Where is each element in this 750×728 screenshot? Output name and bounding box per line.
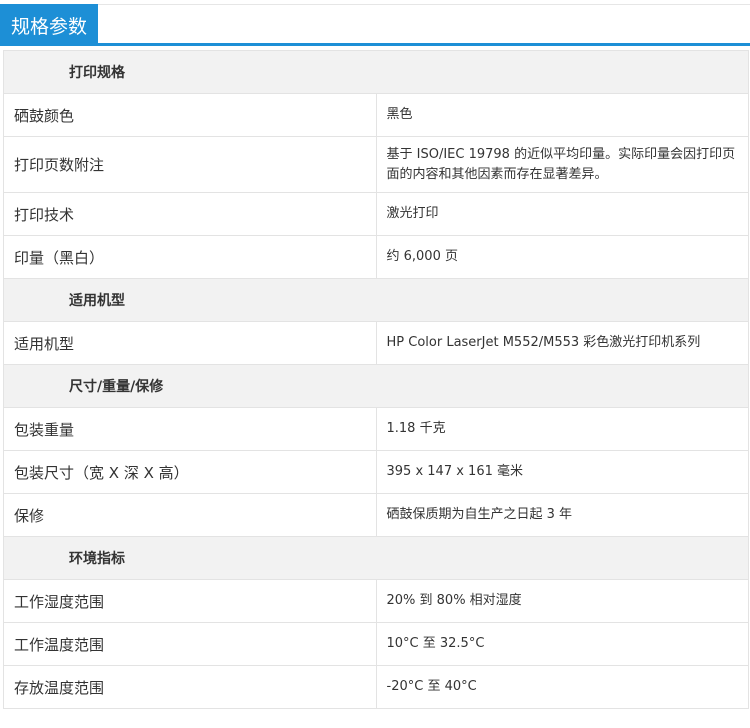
spec-value: 395 x 147 x 161 毫米 (375, 450, 749, 494)
table-row: 适用机型 HP Color LaserJet M552/M553 彩色激光打印机… (3, 321, 749, 365)
spec-value: 基于 ISO/IEC 19798 的近似平均印量。实际印量会因打印页面的内容和其… (375, 136, 749, 193)
spec-value: -20°C 至 40°C (375, 665, 749, 709)
table-row: 工作湿度范围 20% 到 80% 相对湿度 (3, 579, 749, 623)
spec-value: 10°C 至 32.5°C (375, 622, 749, 666)
spec-value: 约 6,000 页 (375, 235, 749, 279)
spec-label: 打印页数附注 (3, 136, 377, 193)
table-row: 保修 硒鼓保质期为自生产之日起 3 年 (3, 493, 749, 537)
table-row: 包装重量 1.18 千克 (3, 407, 749, 451)
spec-label: 包装重量 (3, 407, 377, 451)
table-row: 存放温度范围 -20°C 至 40°C (3, 665, 749, 709)
section-header-environment: 环境指标 (3, 536, 749, 580)
section-header-compatible-models: 适用机型 (3, 278, 749, 322)
spec-value: 黑色 (375, 93, 749, 137)
spec-label: 硒鼓颜色 (3, 93, 377, 137)
section-title: 环境指标 (3, 536, 749, 580)
spec-value: 1.18 千克 (375, 407, 749, 451)
section-title: 打印规格 (3, 50, 749, 94)
spec-value: HP Color LaserJet M552/M553 彩色激光打印机系列 (375, 321, 749, 365)
spec-label: 保修 (3, 493, 377, 537)
spec-header: 规格参数 (0, 0, 750, 46)
table-row: 包装尺寸（宽 X 深 X 高） 395 x 147 x 161 毫米 (3, 450, 749, 494)
table-row: 打印页数附注 基于 ISO/IEC 19798 的近似平均印量。实际印量会因打印… (3, 136, 749, 193)
table-row: 工作温度范围 10°C 至 32.5°C (3, 622, 749, 666)
spec-label: 打印技术 (3, 192, 377, 236)
spec-label: 包装尺寸（宽 X 深 X 高） (3, 450, 377, 494)
spec-page: 规格参数 打印规格 硒鼓颜色 黑色 打印页数附注 基于 ISO/IEC 1979… (0, 0, 750, 728)
spec-label: 适用机型 (3, 321, 377, 365)
spec-table: 打印规格 硒鼓颜色 黑色 打印页数附注 基于 ISO/IEC 19798 的近似… (3, 50, 749, 709)
spec-label: 工作温度范围 (3, 622, 377, 666)
spec-value: 20% 到 80% 相对湿度 (375, 579, 749, 623)
header-divider (98, 4, 750, 5)
table-row: 印量（黑白） 约 6,000 页 (3, 235, 749, 279)
table-row: 打印技术 激光打印 (3, 192, 749, 236)
section-header-dimensions-weight-warranty: 尺寸/重量/保修 (3, 364, 749, 408)
spec-label: 存放温度范围 (3, 665, 377, 709)
spec-value: 激光打印 (375, 192, 749, 236)
section-title: 适用机型 (3, 278, 749, 322)
table-row: 硒鼓颜色 黑色 (3, 93, 749, 137)
spec-label: 印量（黑白） (3, 235, 377, 279)
section-title: 尺寸/重量/保修 (3, 364, 749, 408)
spec-header-tab: 规格参数 (0, 4, 98, 46)
section-header-print-specs: 打印规格 (3, 50, 749, 94)
spec-value: 硒鼓保质期为自生产之日起 3 年 (375, 493, 749, 537)
spec-label: 工作湿度范围 (3, 579, 377, 623)
